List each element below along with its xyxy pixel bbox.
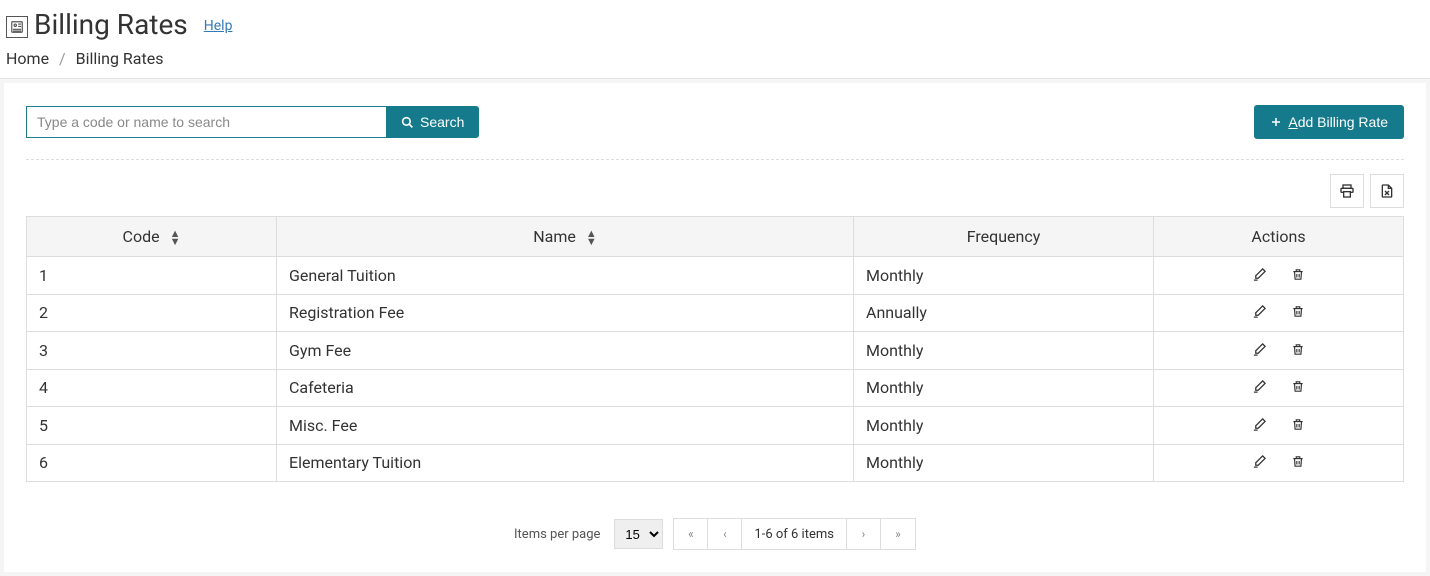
table-row: 2Registration FeeAnnually (27, 294, 1404, 332)
table-row: 4CafeteriaMonthly (27, 369, 1404, 407)
delete-button[interactable] (1289, 303, 1307, 321)
edit-button[interactable] (1251, 303, 1269, 321)
delete-button[interactable] (1289, 415, 1307, 433)
edit-icon (1252, 267, 1267, 282)
chevron-double-left-icon: « (688, 527, 694, 541)
cell-code: 1 (27, 257, 277, 295)
cell-name: Gym Fee (277, 332, 854, 370)
cell-name: Cafeteria (277, 369, 854, 407)
sort-icon: ▲▼ (170, 230, 181, 246)
edit-button[interactable] (1251, 265, 1269, 283)
table-row: 5Misc. FeeMonthly (27, 407, 1404, 445)
edit-button[interactable] (1251, 340, 1269, 358)
breadcrumb: Home / Billing Rates (6, 49, 1424, 68)
search-button-label: Search (420, 114, 464, 130)
breadcrumb-current: Billing Rates (76, 49, 164, 68)
trash-icon (1291, 454, 1305, 469)
cell-name: General Tuition (277, 257, 854, 295)
breadcrumb-separator: / (59, 49, 66, 68)
delete-button[interactable] (1289, 340, 1307, 358)
cell-actions (1154, 369, 1404, 407)
cell-frequency: Monthly (854, 257, 1154, 295)
edit-icon (1252, 379, 1267, 394)
trash-icon (1291, 342, 1305, 357)
add-button-label: Add Billing Rate (1288, 114, 1388, 130)
billing-rates-table: Code ▲▼ Name ▲▼ Frequency Actions 1Gener… (26, 216, 1404, 482)
items-per-page-select[interactable]: 15 (614, 519, 663, 549)
cell-actions (1154, 332, 1404, 370)
edit-button[interactable] (1251, 415, 1269, 433)
billing-icon (6, 16, 28, 38)
cell-name: Elementary Tuition (277, 444, 854, 482)
cell-name: Misc. Fee (277, 407, 854, 445)
column-header-actions: Actions (1154, 217, 1404, 257)
edit-icon (1252, 304, 1267, 319)
pager-prev-button[interactable]: ‹ (708, 519, 742, 549)
items-per-page-label: Items per page (514, 527, 600, 542)
cell-code: 3 (27, 332, 277, 370)
pager-range: 1-6 of 6 items (742, 519, 847, 549)
cell-actions (1154, 257, 1404, 295)
breadcrumb-home[interactable]: Home (6, 49, 49, 68)
chevron-double-right-icon: » (895, 527, 901, 541)
edit-button[interactable] (1251, 453, 1269, 471)
cell-code: 5 (27, 407, 277, 445)
pager-last-button[interactable]: » (881, 519, 915, 549)
cell-code: 4 (27, 369, 277, 407)
table-row: 1General TuitionMonthly (27, 257, 1404, 295)
trash-icon (1291, 417, 1305, 432)
edit-icon (1252, 342, 1267, 357)
search-input[interactable] (26, 106, 386, 138)
chevron-left-icon: ‹ (723, 527, 727, 541)
cell-actions (1154, 444, 1404, 482)
delete-button[interactable] (1289, 453, 1307, 471)
table-row: 3Gym FeeMonthly (27, 332, 1404, 370)
cell-code: 6 (27, 444, 277, 482)
delete-button[interactable] (1289, 378, 1307, 396)
column-header-name[interactable]: Name ▲▼ (277, 217, 854, 257)
file-export-icon (1379, 183, 1395, 199)
edit-button[interactable] (1251, 378, 1269, 396)
cell-name: Registration Fee (277, 294, 854, 332)
cell-frequency: Monthly (854, 369, 1154, 407)
search-group: Search (26, 106, 479, 138)
pager: Items per page 15 « ‹ 1-6 of 6 items › » (26, 518, 1404, 550)
sort-icon: ▲▼ (586, 230, 597, 246)
column-header-frequency: Frequency (854, 217, 1154, 257)
trash-icon (1291, 267, 1305, 282)
page-title-text: Billing Rates (34, 8, 188, 41)
cell-frequency: Monthly (854, 407, 1154, 445)
cell-frequency: Monthly (854, 444, 1154, 482)
chevron-right-icon: › (862, 527, 866, 541)
pager-next-button[interactable]: › (847, 519, 881, 549)
trash-icon (1291, 379, 1305, 394)
cell-actions (1154, 407, 1404, 445)
delete-button[interactable] (1289, 265, 1307, 283)
edit-icon (1252, 454, 1267, 469)
search-button[interactable]: Search (386, 106, 479, 138)
pager-first-button[interactable]: « (674, 519, 708, 549)
print-icon (1339, 183, 1355, 199)
table-row: 6Elementary TuitionMonthly (27, 444, 1404, 482)
print-button[interactable] (1330, 174, 1364, 208)
cell-frequency: Monthly (854, 332, 1154, 370)
export-excel-button[interactable] (1370, 174, 1404, 208)
add-billing-rate-button[interactable]: Add Billing Rate (1254, 105, 1404, 139)
help-link[interactable]: Help (204, 18, 233, 34)
column-header-code[interactable]: Code ▲▼ (27, 217, 277, 257)
cell-code: 2 (27, 294, 277, 332)
trash-icon (1291, 304, 1305, 319)
cell-frequency: Annually (854, 294, 1154, 332)
plus-icon (1270, 116, 1282, 128)
page-title: Billing Rates (6, 8, 188, 41)
search-icon (401, 116, 414, 129)
cell-actions (1154, 294, 1404, 332)
edit-icon (1252, 417, 1267, 432)
